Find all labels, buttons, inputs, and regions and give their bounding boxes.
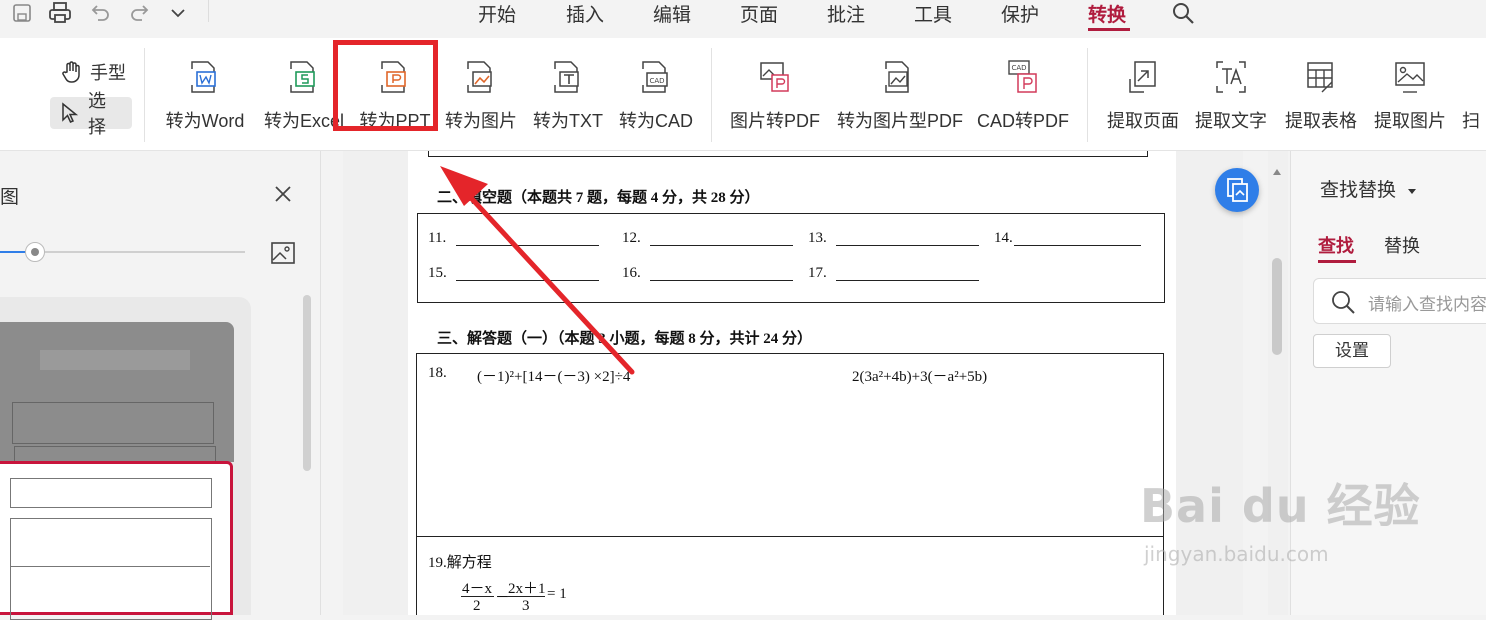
question-19-title: 19.解方程 [428, 555, 492, 571]
to-image-pdf-label: 转为图片型PDF [837, 111, 963, 131]
find-replace-title-text: 查找替换 [1320, 180, 1397, 201]
hand-tool-button[interactable]: 手型 [50, 56, 136, 88]
find-input-placeholder: 请输入查找内容 [1368, 295, 1486, 314]
scan-label: 扫 [1462, 111, 1480, 131]
select-tool-label: 选择 [88, 91, 106, 137]
blank-line [836, 280, 979, 281]
blank-line [650, 280, 793, 281]
blank-label-17: 17. [808, 265, 827, 281]
convert-icon [1227, 178, 1248, 202]
menu-page[interactable]: 页面 [740, 0, 778, 30]
equals-one: = 1 [547, 586, 567, 602]
image-icon[interactable] [270, 241, 296, 265]
extract-image-icon [1395, 62, 1425, 93]
fraction-bar [461, 596, 494, 597]
floating-convert-button[interactable] [1215, 168, 1259, 212]
image-to-pdf-button[interactable]: 图片转PDF [730, 45, 820, 135]
settings-button[interactable]: 设置 [1313, 334, 1391, 368]
watermark-url: jingyan.baidu.com [1144, 542, 1329, 566]
txt-icon [554, 61, 579, 93]
menu-separator [208, 0, 209, 22]
extract-image-label: 提取图片 [1374, 111, 1446, 131]
find-replace-title[interactable]: 查找替换 [1320, 175, 1417, 202]
cad-to-pdf-label: CAD转PDF [976, 111, 1069, 131]
image-to-pdf-icon [760, 62, 789, 92]
word-icon [191, 61, 216, 93]
menu-edit[interactable]: 编辑 [653, 0, 691, 30]
menu-insert[interactable]: 插入 [566, 0, 604, 30]
blank-line [1014, 245, 1141, 246]
active-panel-tab-underline [1318, 260, 1356, 263]
active-tab-underline [1088, 28, 1130, 31]
image-convert-icon [467, 61, 492, 93]
chevron-down-icon [1407, 180, 1417, 202]
fraction-2-numerator: 2x＋1 [508, 581, 546, 597]
hand-icon [60, 60, 84, 84]
annotation-arrow [440, 166, 635, 375]
excel-icon [290, 61, 315, 93]
close-icon[interactable] [272, 183, 294, 205]
fraction-bar [507, 596, 545, 597]
cad-to-pdf-button[interactable]: CAD CAD转PDF [977, 45, 1069, 135]
search-icon [1330, 289, 1356, 315]
blank-label-13: 13. [808, 230, 827, 246]
menu-protect[interactable]: 保护 [1001, 0, 1039, 30]
undo-icon[interactable] [88, 0, 112, 26]
extract-table-icon [1307, 62, 1333, 93]
fraction-1-denominator: 2 [473, 598, 481, 614]
blank-line [650, 245, 793, 246]
thumbnail-panel-title: 图 [0, 187, 20, 208]
fraction-1-numerator: 4－x [462, 581, 493, 597]
answer-box-19-left [416, 537, 417, 615]
menu-start[interactable]: 开始 [478, 0, 516, 30]
highlight-box [333, 40, 438, 131]
question-18-expression-2: 2(3a²+4b)+3(－a²+5b) [852, 369, 988, 385]
image-to-pdf-label: 图片转PDF [730, 111, 820, 131]
hand-tool-label: 手型 [90, 63, 126, 83]
save-icon[interactable] [8, 0, 36, 26]
document-scrollbar-thumb[interactable] [1272, 258, 1282, 355]
redo-icon[interactable] [128, 0, 152, 26]
svg-text:CAD: CAD [649, 77, 664, 85]
cad-icon: CAD [642, 61, 668, 93]
menu-annotate[interactable]: 批注 [827, 0, 865, 30]
extract-text-icon [1216, 61, 1246, 93]
ribbon-separator [711, 48, 712, 142]
blank-label-14: 14. [994, 230, 1013, 246]
thumbnail-scrollbar[interactable] [303, 295, 311, 471]
image-pdf-icon [885, 61, 909, 93]
select-tool-button[interactable]: 选择 [50, 91, 132, 137]
print-icon[interactable] [44, 0, 76, 26]
menu-tools[interactable]: 工具 [914, 0, 952, 30]
tab-replace[interactable]: 替换 [1384, 232, 1420, 258]
cad-to-pdf-icon: CAD [1008, 60, 1037, 93]
scroll-up-arrow-icon[interactable] [1272, 164, 1282, 175]
menu-convert[interactable]: 转换 [1088, 0, 1126, 30]
page-thumbnail-1[interactable] [0, 322, 234, 462]
to-image-pdf-button[interactable]: 转为图片型PDF [837, 45, 963, 135]
baidu-watermark: Bai du 经验 jingyan.baidu.com [1140, 470, 1421, 566]
page-thumbnail-2[interactable] [0, 461, 233, 620]
convert-to-cad-label: 转为CAD [618, 111, 693, 131]
cursor-icon [60, 102, 80, 124]
extract-image-button[interactable]: 提取图片 [1369, 45, 1451, 135]
fraction-2-denominator: 3 [522, 598, 530, 614]
svg-text:CAD: CAD [1011, 64, 1026, 72]
convert-to-cad-button[interactable]: CAD 转为CAD [615, 45, 697, 135]
scan-button[interactable]: 扫 [1462, 45, 1486, 135]
zoom-slider-handle[interactable] [25, 242, 45, 262]
watermark-brand: Bai du 经验 [1140, 479, 1421, 533]
chevron-down-icon[interactable] [166, 0, 190, 26]
convert-to-word-button[interactable]: 转为Word [164, 45, 246, 135]
extract-page-icon [1129, 61, 1156, 93]
blank-line [836, 245, 979, 246]
search-icon[interactable] [1170, 0, 1196, 26]
tab-find[interactable]: 查找 [1318, 232, 1354, 258]
